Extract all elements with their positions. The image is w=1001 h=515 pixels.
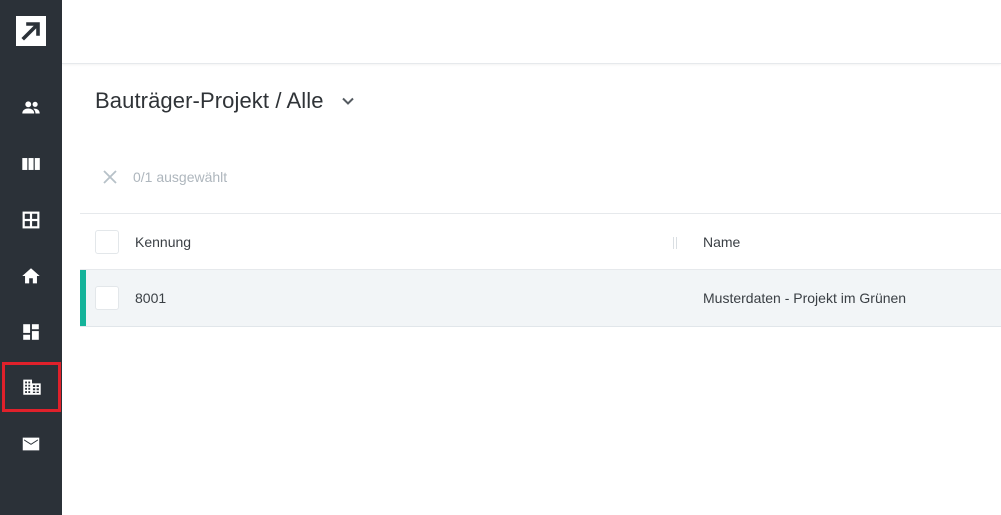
- top-bar: [62, 0, 1001, 64]
- cell-name: Musterdaten - Projekt im Grünen: [703, 290, 907, 306]
- close-icon: [103, 170, 117, 184]
- clear-selection-button[interactable]: [100, 167, 120, 187]
- chevron-down-icon: [341, 97, 354, 105]
- logo-icon[interactable]: [16, 16, 46, 46]
- dashboard-icon: [23, 324, 39, 340]
- selection-bar: 0/1 ausgewählt: [100, 167, 227, 187]
- view-dropdown-button[interactable]: [338, 91, 358, 111]
- select-all-checkbox[interactable]: [95, 230, 119, 254]
- home-icon: [22, 268, 40, 284]
- selection-count: 0/1 ausgewählt: [133, 169, 228, 185]
- columns-icon: [22, 158, 40, 170]
- grid-icon: [22, 211, 40, 229]
- cell-kennung: 8001: [135, 290, 167, 306]
- sidebar-item-columns[interactable]: [0, 142, 62, 186]
- page-title: Bauträger-Projekt / Alle: [95, 88, 324, 113]
- sidebar: [0, 0, 62, 515]
- mail-icon: [22, 437, 40, 451]
- column-header-kennung[interactable]: Kennung: [135, 214, 191, 269]
- sidebar-item-dashboard[interactable]: [0, 310, 62, 354]
- row-selection-indicator: [80, 270, 86, 326]
- table-header: Kennung Name: [80, 213, 1001, 270]
- table-row[interactable]: 8001 Musterdaten - Projekt im Grünen: [80, 270, 1001, 327]
- data-table: Kennung Name 8001 Musterdaten - Projekt …: [80, 213, 1001, 327]
- column-resize-handle[interactable]: [673, 237, 677, 249]
- sidebar-item-home[interactable]: [0, 254, 62, 298]
- column-header-name[interactable]: Name: [703, 214, 740, 269]
- sidebar-item-grid[interactable]: [0, 198, 62, 242]
- building-icon: [22, 379, 41, 395]
- sidebar-item-projects[interactable]: [2, 362, 61, 412]
- page-header: Bauträger-Projekt / Alle: [95, 88, 358, 114]
- sidebar-item-mail[interactable]: [0, 422, 62, 466]
- row-checkbox[interactable]: [95, 286, 119, 310]
- people-icon: [22, 101, 40, 114]
- sidebar-item-contacts[interactable]: [0, 86, 62, 130]
